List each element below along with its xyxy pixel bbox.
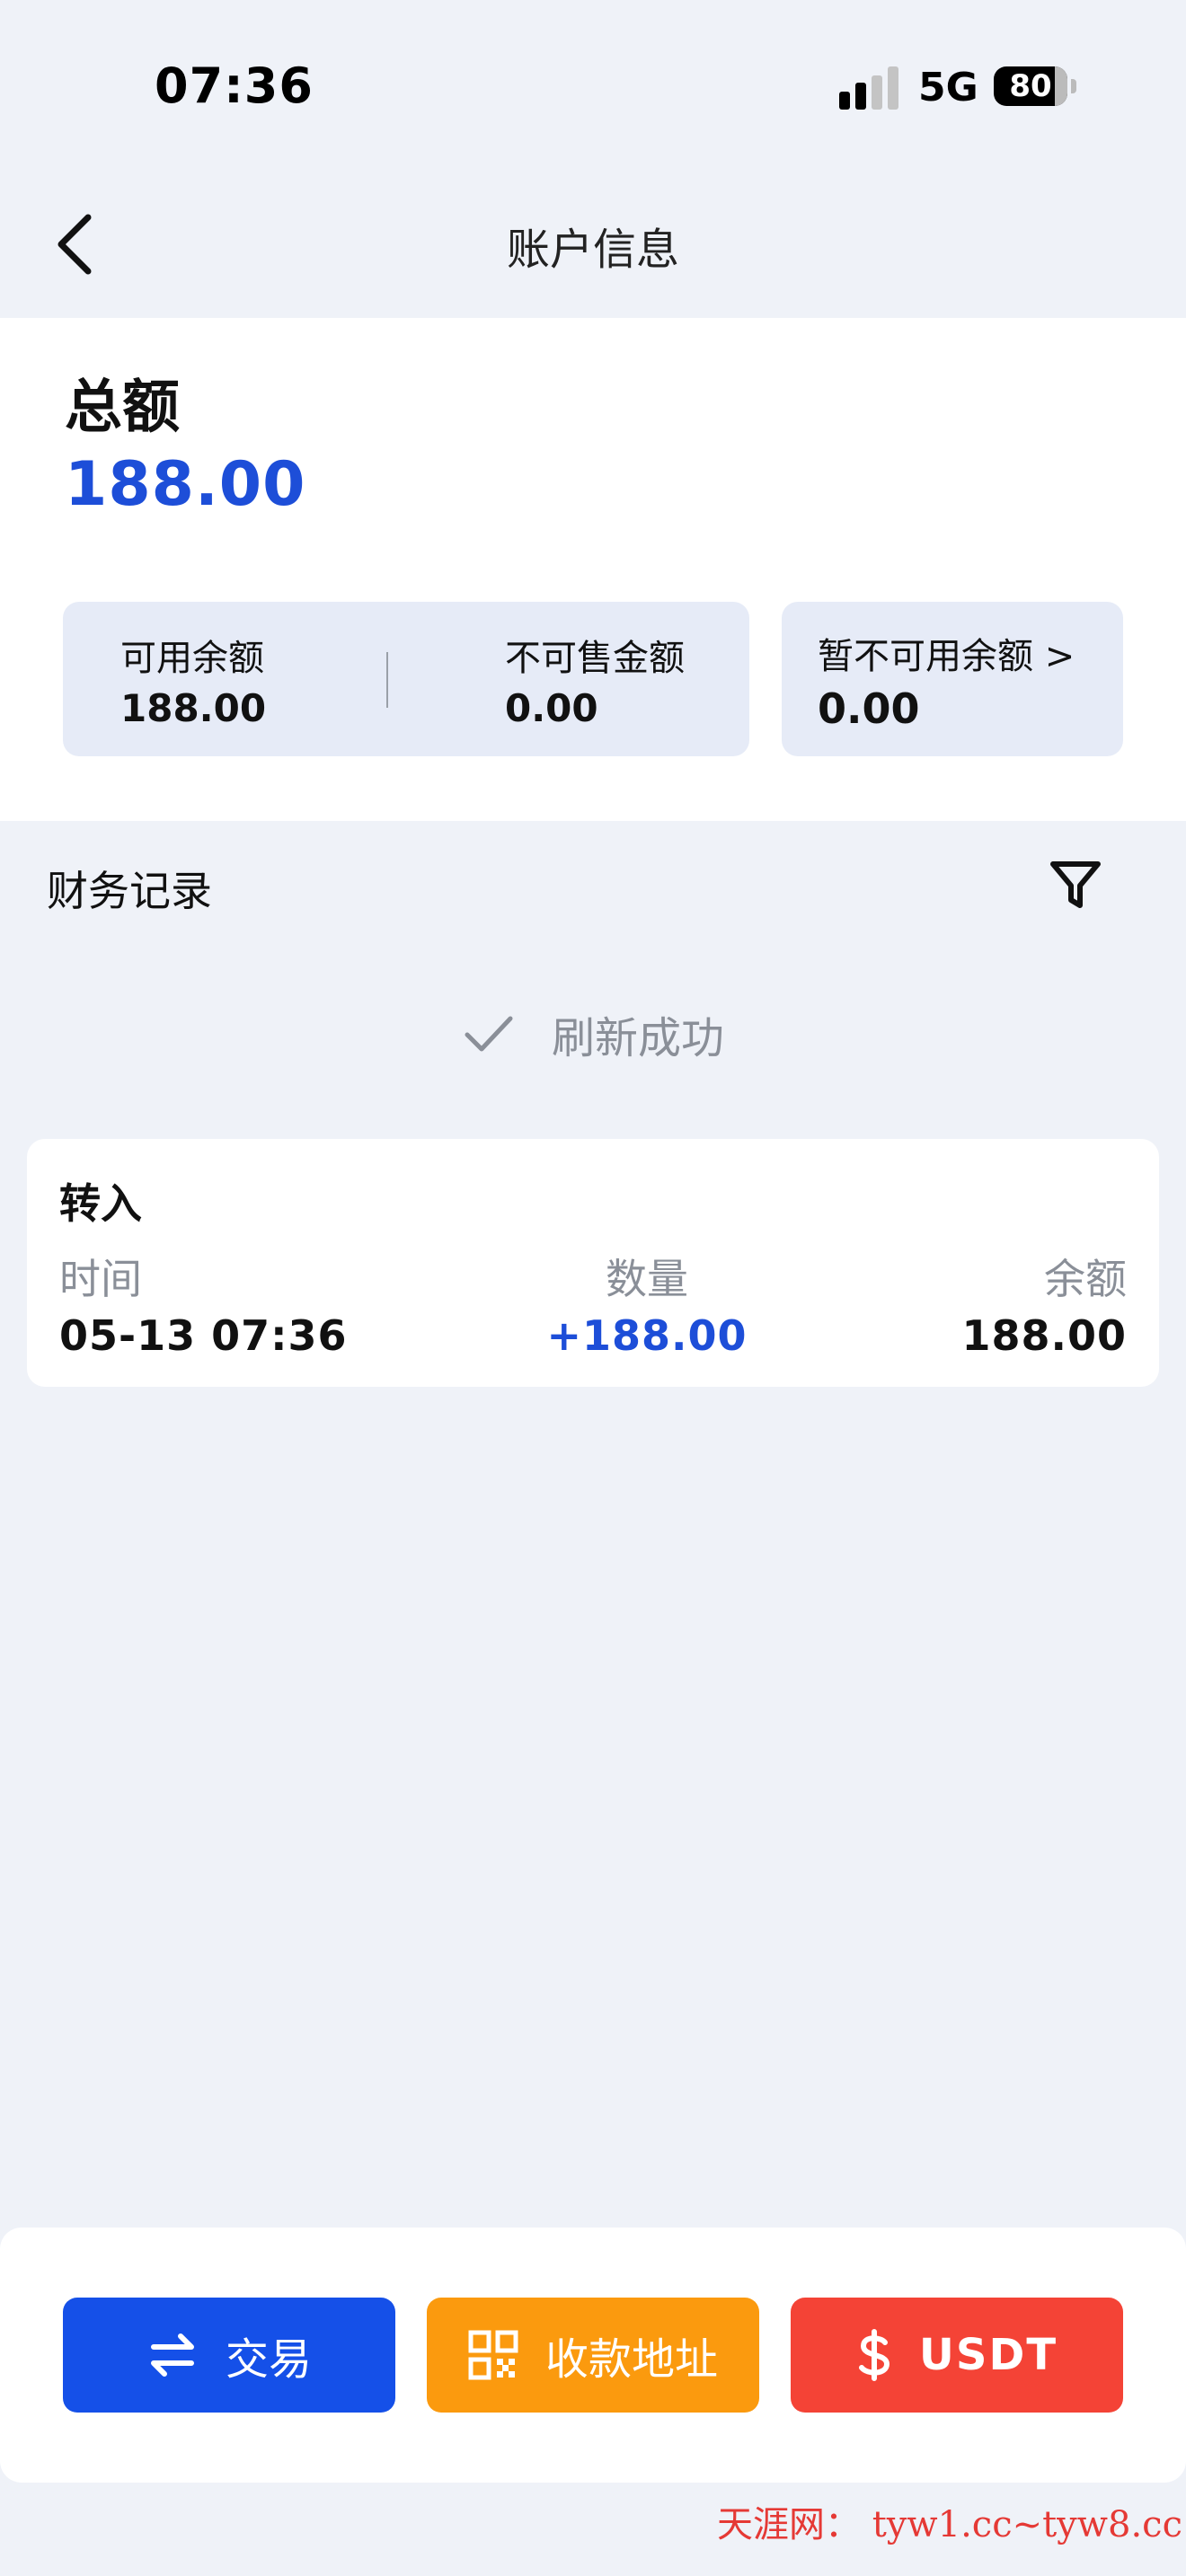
records-title: 财务记录	[47, 867, 212, 915]
bottom-action-bar: 交易 收款地址 USDT	[0, 2228, 1186, 2483]
available-balance: 可用余额 188.00	[120, 629, 266, 730]
total-label: 总额	[65, 375, 180, 441]
unavailable-balance: 暂不可用余额 > 0.00	[818, 627, 1075, 733]
dollar-icon	[858, 2329, 890, 2381]
unavailable-label: 暂不可用余额 >	[818, 636, 1075, 677]
usdt-label: USDT	[918, 2330, 1058, 2380]
unsellable-amount: 不可售金额 0.00	[505, 629, 685, 730]
refresh-text: 刷新成功	[551, 1013, 724, 1063]
amount-label: 数量	[606, 1255, 688, 1303]
check-icon	[465, 1016, 513, 1052]
watermark: 天涯网： tyw1.cc~tyw8.cc	[717, 2504, 1182, 2545]
record-balance: 余额 188.00	[961, 1247, 1127, 1360]
balance-value: 188.00	[961, 1311, 1127, 1360]
receive-address-button[interactable]: 收款地址	[427, 2298, 759, 2413]
refresh-status: 刷新成功	[0, 1002, 1186, 1065]
time-value: 05-13 07:36	[59, 1311, 348, 1360]
usdt-button[interactable]: USDT	[791, 2298, 1123, 2413]
total-value: 188.00	[65, 449, 306, 520]
record-type: 转入	[59, 1179, 142, 1228]
signal-icon	[839, 66, 902, 110]
available-value: 188.00	[120, 686, 267, 730]
unavailable-value: 0.00	[818, 684, 920, 733]
amount-value: +188.00	[546, 1311, 748, 1360]
battery-cap	[1071, 79, 1076, 93]
record-time: 时间 05-13 07:36	[59, 1247, 348, 1360]
qr-code-icon	[468, 2330, 518, 2380]
filter-button[interactable]	[1048, 857, 1103, 913]
network-label: 5G	[918, 65, 978, 110]
swap-icon	[150, 2333, 194, 2377]
page-title: 账户信息	[506, 225, 679, 275]
divider	[386, 652, 388, 708]
battery-level: 80	[1009, 68, 1052, 104]
time-label: 时间	[59, 1255, 142, 1303]
address-label: 收款地址	[544, 2334, 718, 2385]
unavailable-balance-button[interactable]: 暂不可用余额 > 0.00	[782, 602, 1123, 756]
account-summary: 总额 188.00 可用余额 188.00 不可售金额 0.00 暂不可用余额 …	[0, 318, 1186, 821]
trade-button[interactable]: 交易	[63, 2298, 395, 2413]
unsellable-label: 不可售金额	[505, 638, 685, 679]
balance-box: 可用余额 188.00 不可售金额 0.00	[63, 602, 749, 756]
record-card[interactable]: 转入 时间 05-13 07:36 数量 +188.00 余额 188.00	[27, 1139, 1159, 1387]
status-time: 07:36	[155, 57, 314, 114]
unsellable-value: 0.00	[505, 686, 598, 730]
available-label: 可用余额	[120, 638, 264, 679]
trade-label: 交易	[225, 2334, 312, 2385]
record-amount: 数量 +188.00	[530, 1247, 764, 1360]
balance-label: 余额	[1044, 1255, 1127, 1303]
status-bar: 07:36 5G 80	[0, 0, 1186, 171]
battery-icon: 80	[994, 66, 1067, 106]
filter-icon	[1050, 861, 1101, 908]
